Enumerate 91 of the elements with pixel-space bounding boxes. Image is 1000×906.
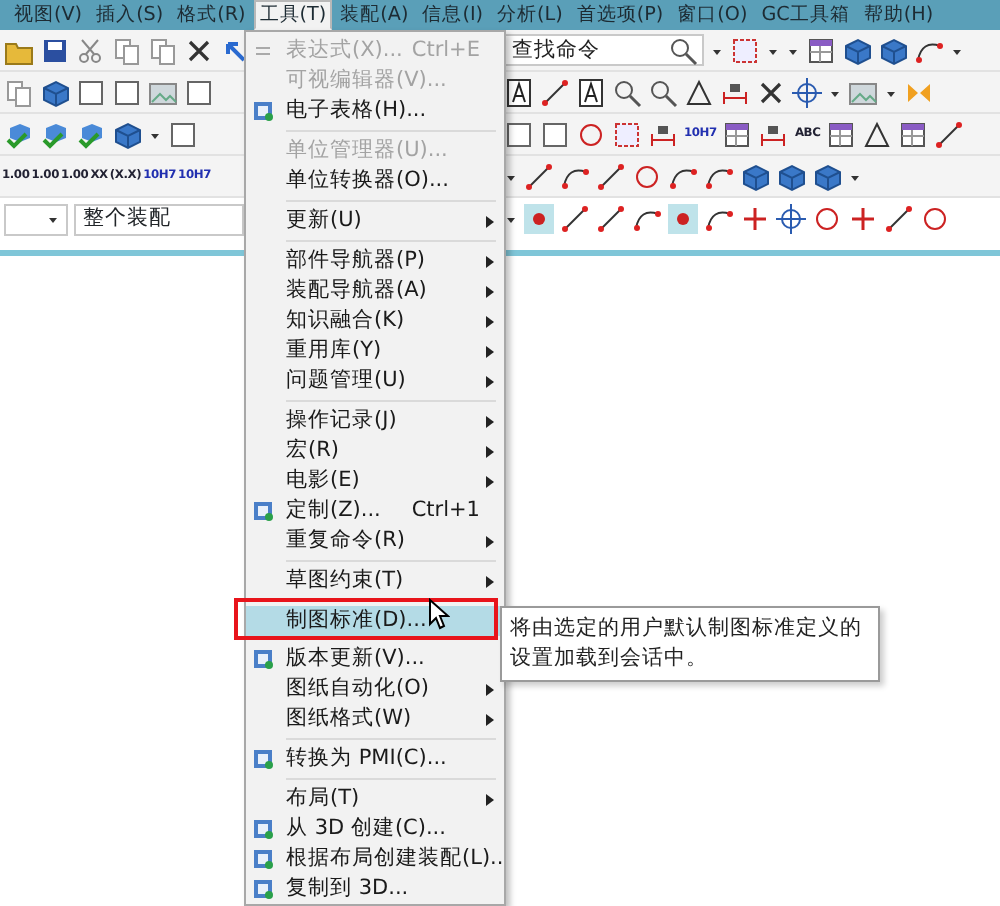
cube-icon[interactable] xyxy=(776,161,806,191)
triangle-icon[interactable] xyxy=(684,77,714,107)
check-cube-icon[interactable] xyxy=(76,119,106,149)
cube-icon[interactable] xyxy=(40,77,70,107)
frame-icon[interactable] xyxy=(504,119,534,149)
triangle-icon[interactable] xyxy=(862,119,893,149)
menu-item[interactable]: 根据布局创建装配(L)... xyxy=(246,844,504,874)
frame-icon[interactable] xyxy=(184,77,214,107)
menu-item[interactable]: 版本更新(V)... xyxy=(246,644,504,674)
circle-icon[interactable] xyxy=(576,119,606,149)
snap-point-icon[interactable] xyxy=(524,204,554,234)
circle-icon[interactable] xyxy=(812,204,842,234)
menu-item[interactable]: 图纸格式(W) xyxy=(246,704,504,734)
menu-bar-item[interactable]: 格式(R) xyxy=(171,0,252,30)
save-icon[interactable] xyxy=(40,35,70,65)
menu-bar-item[interactable]: 视图(V) xyxy=(8,0,89,30)
check-cube-icon[interactable] xyxy=(40,119,70,149)
dropdown-field[interactable] xyxy=(4,203,69,235)
magnifier-icon[interactable] xyxy=(612,77,642,107)
menu-item[interactable]: 部件导航器(P) xyxy=(246,246,504,276)
magnifier-icon[interactable] xyxy=(648,77,678,107)
menu-bar-item[interactable]: 帮助(H) xyxy=(857,0,940,30)
menu-item[interactable]: 布局(T) xyxy=(246,784,504,814)
letter-frame-icon[interactable] xyxy=(576,77,606,107)
cube-icon[interactable] xyxy=(812,161,842,191)
crosshair-icon[interactable] xyxy=(776,204,806,234)
menu-item[interactable]: 电影(E) xyxy=(246,466,504,496)
mouse-pointer-icon xyxy=(428,598,450,630)
cube-icon[interactable] xyxy=(878,35,908,65)
scope-dropdown[interactable]: 整个装配 xyxy=(74,203,244,235)
menu-bar-item[interactable]: 窗口(O) xyxy=(671,0,754,30)
scissors-icon[interactable] xyxy=(76,35,106,65)
menu-item[interactable]: 制图标准(D)... xyxy=(246,606,504,636)
line-icon[interactable] xyxy=(540,77,570,107)
cube-icon[interactable] xyxy=(112,119,142,149)
picture-icon[interactable] xyxy=(148,77,178,107)
line-icon[interactable] xyxy=(596,204,626,234)
menu-item[interactable]: 定制(Z)... Ctrl+1 xyxy=(246,496,504,526)
crosshair-icon[interactable] xyxy=(792,77,822,107)
menu-item[interactable]: 从 3D 创建(C)... xyxy=(246,814,504,844)
snap-point-icon[interactable] xyxy=(668,204,698,234)
line-icon[interactable] xyxy=(884,204,914,234)
menu-item[interactable]: 操作记录(J) xyxy=(246,406,504,436)
letter-frame-icon[interactable] xyxy=(504,77,534,107)
menu-item[interactable]: 电子表格(H)... xyxy=(246,96,504,126)
menu-item[interactable]: 问题管理(U) xyxy=(246,366,504,396)
copy-icon[interactable] xyxy=(112,35,142,65)
close-icon[interactable] xyxy=(756,77,786,107)
menu-item[interactable]: 装配导航器(A) xyxy=(246,276,504,306)
search-field[interactable]: 查找命令 xyxy=(504,34,704,66)
line-icon[interactable] xyxy=(596,161,626,191)
close-icon[interactable] xyxy=(184,35,214,65)
table-icon[interactable] xyxy=(826,119,857,149)
menu-bar-item[interactable]: 装配(A) xyxy=(334,0,415,30)
shortcut-text: Ctrl+1 xyxy=(411,495,482,526)
menu-bar-item[interactable]: 分析(L) xyxy=(491,0,569,30)
line-icon[interactable] xyxy=(560,204,590,234)
table-icon[interactable] xyxy=(898,119,929,149)
menu-item[interactable]: 宏(R) xyxy=(246,436,504,466)
menu-item[interactable]: 单位转换器(O)... xyxy=(246,166,504,196)
shortcut-text: Ctrl+E xyxy=(411,35,482,66)
frame-icon[interactable] xyxy=(540,119,570,149)
circle-icon[interactable] xyxy=(632,161,662,191)
tooltip: 将由选定的用户默认制图标准定义的设置加载到会话中。 xyxy=(500,606,880,682)
line-icon[interactable] xyxy=(934,119,965,149)
cube-icon[interactable] xyxy=(740,161,770,191)
plus-icon[interactable] xyxy=(848,204,878,234)
check-cube-icon[interactable] xyxy=(4,119,34,149)
menu-item[interactable]: 重用库(Y) xyxy=(246,336,504,366)
menu-item[interactable]: 重复命令(R) xyxy=(246,526,504,556)
menu-item[interactable]: 转换为 PMI(C)... xyxy=(246,744,504,774)
cube-icon[interactable] xyxy=(842,35,872,65)
line-icon[interactable] xyxy=(524,161,554,191)
menu-bar-item[interactable]: GC工具箱 xyxy=(755,0,856,30)
frame-icon[interactable] xyxy=(112,77,142,107)
circle-icon[interactable] xyxy=(920,204,950,234)
magnifier-icon[interactable] xyxy=(668,36,698,66)
menu-bar-item[interactable]: 信息(I) xyxy=(416,0,490,30)
menu-bar-item[interactable]: 工具(T) xyxy=(253,0,333,30)
table-icon[interactable] xyxy=(722,119,753,149)
frame-icon[interactable] xyxy=(168,119,198,149)
menu-item[interactable]: 复制到 3D... xyxy=(246,874,504,904)
plus-icon[interactable] xyxy=(740,204,770,234)
menu-item[interactable]: 更新(U) xyxy=(246,206,504,236)
menu-bar-item[interactable]: 首选项(P) xyxy=(570,0,670,30)
menu-item[interactable]: 图纸自动化(O) xyxy=(246,674,504,704)
table-icon[interactable] xyxy=(806,35,836,65)
frame-icon[interactable] xyxy=(76,77,106,107)
menu-bar-item[interactable]: 插入(S) xyxy=(90,0,170,30)
menu-item[interactable]: 草图约束(T) xyxy=(246,566,504,596)
menu-item[interactable]: 知识融合(K) xyxy=(246,306,504,336)
